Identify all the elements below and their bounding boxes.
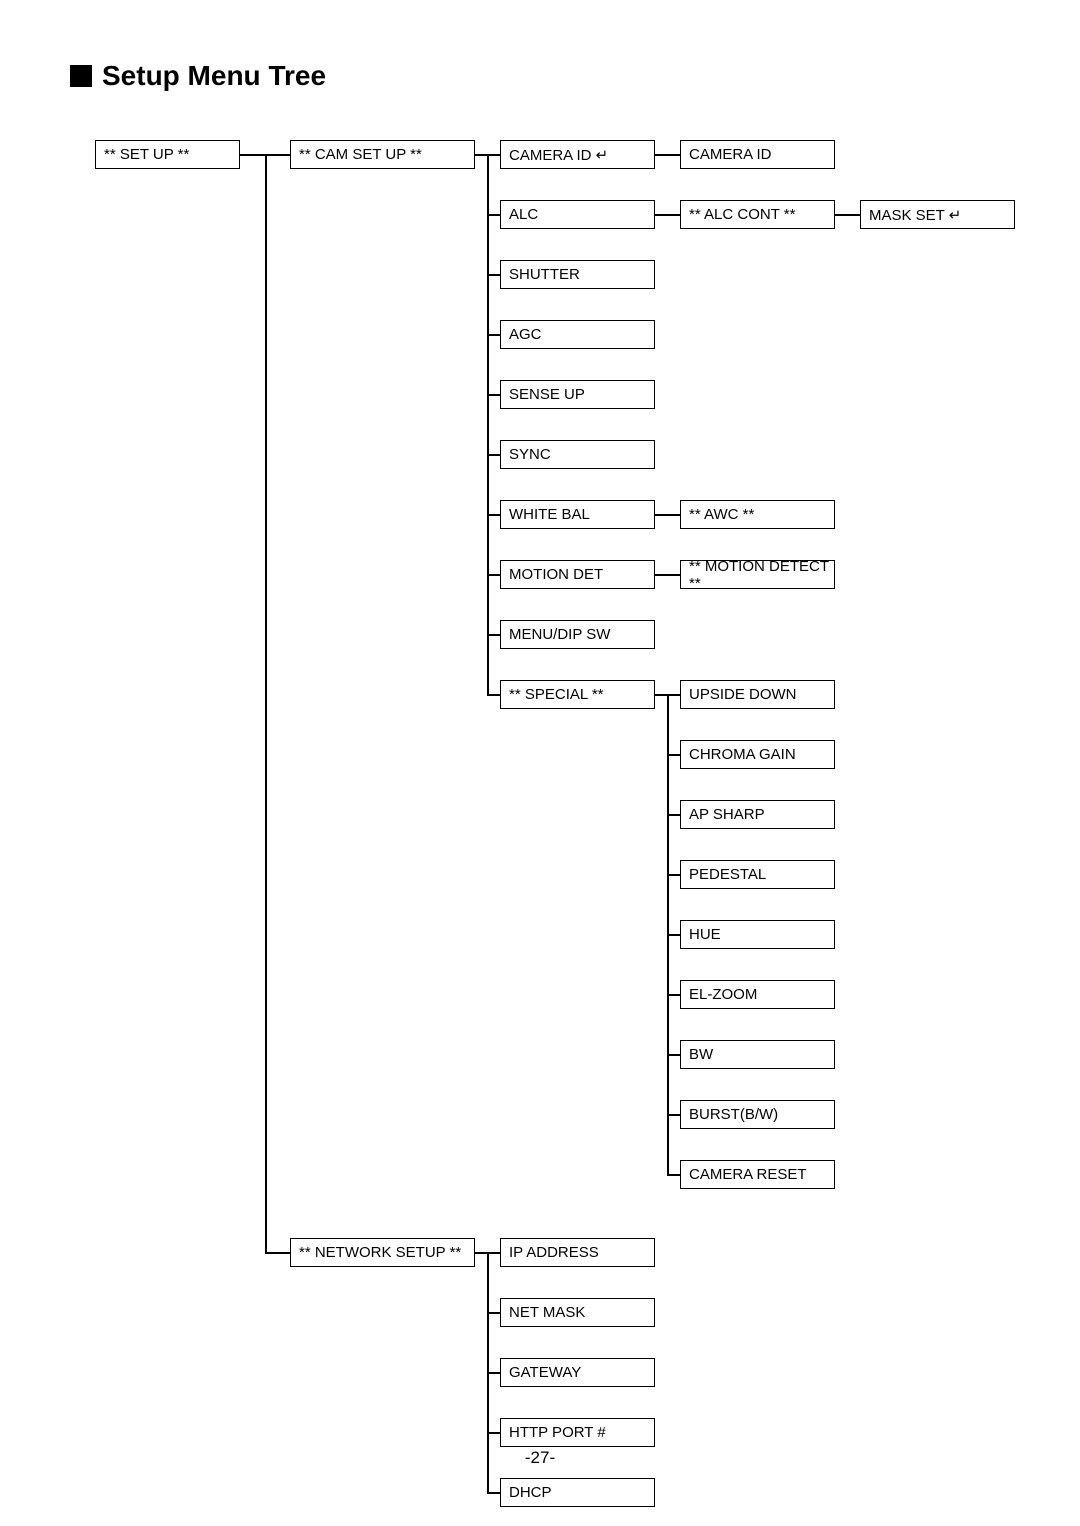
box-mask-set: MASK SET ↵ <box>860 200 1015 229</box>
box-http-port: HTTP PORT # <box>500 1418 655 1447</box>
box-camera-reset: CAMERA RESET <box>680 1160 835 1189</box>
box-alc-cont: ** ALC CONT ** <box>680 200 835 229</box>
box-net-mask: NET MASK <box>500 1298 655 1327</box>
box-sync: SYNC <box>500 440 655 469</box>
title-marker-icon <box>70 65 92 87</box>
box-camera-id-sub: CAMERA ID ↵ <box>500 140 655 169</box>
box-ap-sharp: AP SHARP <box>680 800 835 829</box>
box-white-bal: WHITE BAL <box>500 500 655 529</box>
box-motion-detect: ** MOTION DETECT ** <box>680 560 835 589</box>
box-special: ** SPECIAL ** <box>500 680 655 709</box>
box-menu-dip: MENU/DIP SW <box>500 620 655 649</box>
box-ip-address: IP ADDRESS <box>500 1238 655 1267</box>
box-motion-det: MOTION DET <box>500 560 655 589</box>
box-chroma-gain: CHROMA GAIN <box>680 740 835 769</box>
box-shutter: SHUTTER <box>500 260 655 289</box>
box-setup: ** SET UP ** <box>95 140 240 169</box>
box-el-zoom: EL-ZOOM <box>680 980 835 1009</box>
page-number: -27- <box>0 1448 1080 1468</box>
box-sense-up: SENSE UP <box>500 380 655 409</box>
box-burst-bw: BURST(B/W) <box>680 1100 835 1129</box>
box-gateway: GATEWAY <box>500 1358 655 1387</box>
box-dhcp: DHCP <box>500 1478 655 1507</box>
page: Setup Menu Tree ** SET UP ** ** CAM SET … <box>0 0 1080 1526</box>
box-hue: HUE <box>680 920 835 949</box>
box-pedestal: PEDESTAL <box>680 860 835 889</box>
box-awc: ** AWC ** <box>680 500 835 529</box>
title-text: Setup Menu Tree <box>102 60 326 92</box>
box-camera-id: CAMERA ID <box>680 140 835 169</box>
page-title: Setup Menu Tree <box>70 60 326 92</box>
box-cam-setup: ** CAM SET UP ** <box>290 140 475 169</box>
box-agc: AGC <box>500 320 655 349</box>
box-network-setup: ** NETWORK SETUP ** <box>290 1238 475 1267</box>
box-upside-down: UPSIDE DOWN <box>680 680 835 709</box>
box-bw: BW <box>680 1040 835 1069</box>
box-alc: ALC <box>500 200 655 229</box>
